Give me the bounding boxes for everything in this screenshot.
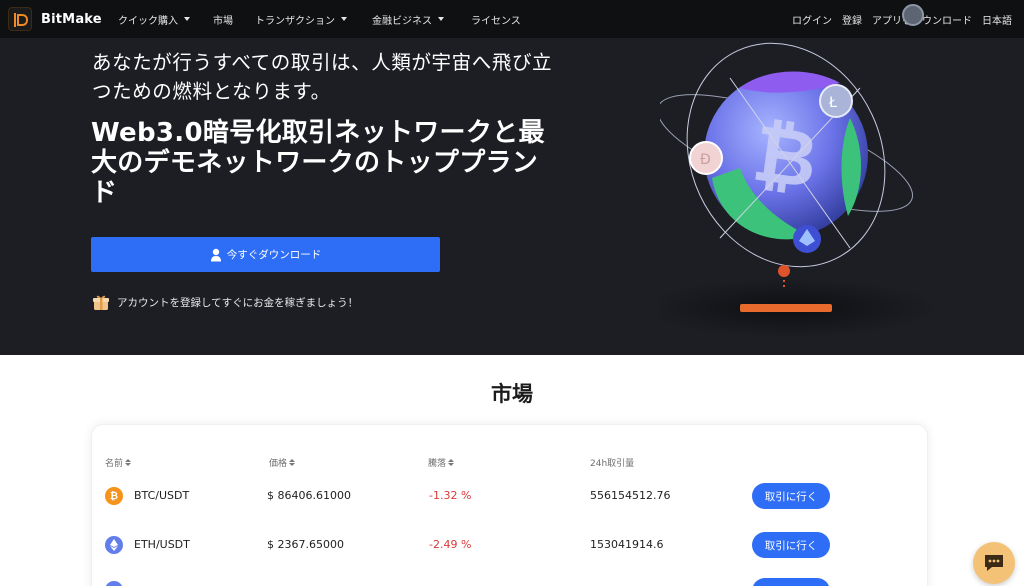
volume: 153041914.6: [590, 538, 664, 551]
nav-item-label: トランザクション: [255, 15, 335, 27]
change: -2.49 %: [429, 538, 472, 551]
brand-name: BitMake: [41, 11, 102, 27]
download-now-label: 今すぐダウンロード: [226, 249, 322, 261]
chat-icon: [985, 555, 1003, 571]
price: $ 2367.65000: [267, 538, 344, 551]
nav-item-label: クイック購入: [118, 15, 178, 27]
bitcoin-icon: ₿: [105, 487, 123, 505]
column-header-label: 名前: [105, 459, 124, 469]
column-header-price[interactable]: 価格: [269, 456, 296, 469]
crypto-globe-illustration: ₿ Đ Ł: [660, 42, 940, 338]
promo-text: アカウントを登録してすぐにお金を稼ぎましょう！: [117, 296, 359, 309]
chevron-down-icon: [341, 17, 347, 21]
price: $ 86406.61000: [267, 489, 351, 502]
column-header-label: 騰落: [428, 459, 447, 469]
column-header-volume: 24h取引量: [590, 456, 634, 469]
nav-item-quick-buy[interactable]: クイック購入: [118, 12, 190, 27]
register-promo: アカウントを登録してすぐにお金を稼ぎましょう！: [92, 293, 358, 311]
chat-support-button[interactable]: [973, 542, 1015, 584]
table-row[interactable]: ₿ BTC/USDT $ 86406.61000 -1.32 % 5561545…: [0, 481, 1024, 511]
gift-icon: [93, 295, 109, 310]
column-header-name[interactable]: 名前: [105, 456, 132, 469]
svg-text:Đ: Đ: [700, 152, 711, 168]
brand-logo[interactable]: BitMake: [8, 7, 102, 31]
language-selector[interactable]: 日本語: [982, 12, 1012, 27]
pair-name: ETH/USDT: [134, 538, 190, 551]
nav-item-transaction[interactable]: トランザクション: [255, 12, 347, 27]
svg-text:Ł: Ł: [828, 95, 837, 111]
chevron-down-icon: [438, 17, 444, 21]
change: -1.32 %: [429, 489, 472, 502]
pair-name: BTC/USDT: [134, 489, 190, 502]
svg-text:₿: ₿: [747, 109, 822, 207]
user-icon: [210, 248, 221, 261]
hero-subtitle: あなたが行うすべての取引は、人類が宇宙へ飛び立つための燃料となります。: [92, 51, 553, 103]
token-badge-icon[interactable]: [902, 4, 924, 26]
nav-item-license[interactable]: ライセンス: [471, 12, 521, 27]
hero-section: あなたが行うすべての取引は、人類が宇宙へ飛び立つための燃料となります。 Web3…: [0, 38, 1024, 355]
nav-item-finance[interactable]: 金融ビジネス: [372, 12, 444, 27]
sort-icon: [125, 459, 132, 466]
volume: 556154512.76: [590, 489, 671, 502]
sort-icon: [289, 459, 296, 466]
go-trade-button[interactable]: 取引に行く: [752, 532, 830, 558]
nav-item-market[interactable]: 市場: [213, 12, 233, 27]
nav-item-label: 市場: [213, 15, 233, 27]
ethereum-icon: [105, 536, 123, 554]
table-row[interactable]: ETH/USDT $ 2367.65000 -2.49 % 153041914.…: [0, 530, 1024, 560]
sort-icon: [448, 459, 455, 466]
market-title: 市場: [491, 382, 533, 406]
go-trade-button[interactable]: 取引に行く: [752, 483, 830, 509]
go-trade-button[interactable]: [752, 578, 830, 586]
download-now-button[interactable]: 今すぐダウンロード: [91, 237, 440, 272]
bitmake-logo-icon: [8, 7, 32, 31]
top-navbar: BitMake クイック購入 市場 トランザクション 金融ビジネス ライセンス …: [0, 0, 1024, 38]
hero-title: Web3.0暗号化取引ネットワークと最大のデモネットワークのトッププランド: [91, 118, 545, 208]
chevron-down-icon: [184, 17, 190, 21]
column-header-change[interactable]: 騰落: [428, 456, 455, 469]
nav-item-label: ライセンス: [471, 15, 521, 27]
column-header-label: 価格: [269, 459, 288, 469]
column-header-label: 24h取引量: [590, 459, 635, 469]
nav-item-label: 金融ビジネス: [372, 15, 432, 27]
register-link[interactable]: 登録: [842, 12, 862, 27]
login-link[interactable]: ログイン: [792, 12, 832, 27]
